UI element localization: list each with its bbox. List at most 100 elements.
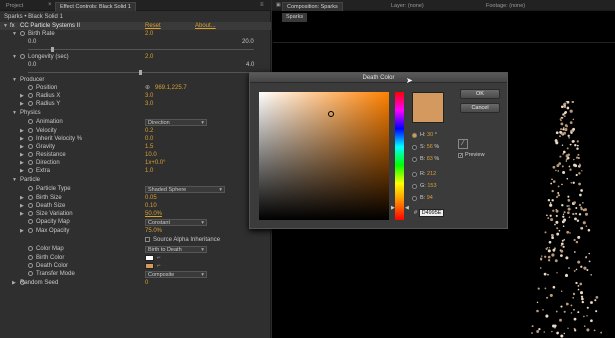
extra-value[interactable]: 1.0 xyxy=(145,167,153,175)
radius-x-value[interactable]: 3.0 xyxy=(145,92,153,100)
color-map-dropdown[interactable]: Birth to Death xyxy=(145,246,207,253)
expand-triangle-icon[interactable]: ▶ xyxy=(20,127,24,135)
g-radio[interactable] xyxy=(412,184,417,189)
random-seed-value[interactable]: 0 xyxy=(145,279,148,287)
hex-value[interactable]: D4995E xyxy=(418,209,445,217)
stopwatch-icon[interactable] xyxy=(28,203,33,208)
cancel-button[interactable]: Cancel xyxy=(460,103,500,113)
stopwatch-icon[interactable] xyxy=(28,136,33,141)
tab-layer[interactable]: Layer: (none) xyxy=(387,2,428,11)
expand-triangle-icon[interactable]: ▶ xyxy=(20,151,24,159)
panel-menu-icon[interactable]: ≡ xyxy=(260,2,264,8)
expand-triangle-icon[interactable]: ▶ xyxy=(20,92,24,100)
expand-triangle-icon[interactable]: ▼ xyxy=(12,109,17,117)
hue-slider-arrow-right-icon[interactable]: ◀ xyxy=(405,205,409,211)
eyedropper-icon[interactable]: ⌐ xyxy=(157,262,161,270)
expand-triangle-icon[interactable]: ▶ xyxy=(20,194,24,202)
group-physics[interactable]: ▼ Physics xyxy=(0,109,271,117)
expand-triangle-icon[interactable]: ▶ xyxy=(20,100,24,108)
g-value[interactable]: 153 xyxy=(427,183,436,189)
crosshair-icon[interactable]: ⊕ xyxy=(145,84,150,92)
expand-triangle-icon[interactable]: ▶ xyxy=(20,135,24,143)
hue-slider-arrow-icon[interactable]: ▶ xyxy=(391,205,395,211)
eyedropper-icon[interactable]: ⁄ xyxy=(458,139,468,149)
expand-triangle-icon[interactable]: ▶ xyxy=(20,159,24,167)
group-particle[interactable]: ▼ Particle xyxy=(0,176,271,184)
size-variation-value[interactable]: 50.0% xyxy=(145,210,162,218)
tab-composition[interactable]: Composition: Sparks xyxy=(282,2,343,11)
expand-triangle-icon[interactable]: ▼ xyxy=(12,76,17,84)
radius-y-value[interactable]: 3.0 xyxy=(145,100,153,108)
stopwatch-icon[interactable] xyxy=(28,186,33,191)
birth-size-value[interactable]: 0.05 xyxy=(145,194,157,202)
stopwatch-icon[interactable] xyxy=(28,211,33,216)
stopwatch-icon[interactable] xyxy=(28,93,33,98)
r-radio[interactable] xyxy=(412,172,417,177)
effect-header[interactable]: ▼ fx CC Particle Systems II Reset About.… xyxy=(0,22,271,30)
birth-rate-value[interactable]: 2.0 xyxy=(145,30,153,38)
s-value[interactable]: 56 xyxy=(427,144,433,150)
color-field-cursor[interactable] xyxy=(328,111,334,117)
stopwatch-icon[interactable] xyxy=(28,128,33,133)
stopwatch-icon[interactable] xyxy=(28,255,33,260)
transfer-mode-dropdown[interactable]: Composite xyxy=(145,271,207,278)
b-value[interactable]: 83 xyxy=(427,156,433,162)
stopwatch-icon[interactable] xyxy=(28,85,33,90)
h-value[interactable]: 30 xyxy=(427,132,433,138)
checkbox[interactable] xyxy=(145,237,150,242)
stopwatch-icon[interactable] xyxy=(28,160,33,165)
blue-value[interactable]: 94 xyxy=(427,195,433,201)
expand-triangle-icon[interactable]: ▼ xyxy=(3,22,8,30)
close-icon[interactable]: × xyxy=(48,2,52,8)
h-radio[interactable] xyxy=(412,133,417,138)
expand-triangle-icon[interactable]: ▼ xyxy=(12,53,17,61)
stopwatch-icon[interactable] xyxy=(28,101,33,106)
stopwatch-icon[interactable] xyxy=(20,54,25,59)
comp-subtab[interactable]: Sparks xyxy=(282,13,308,22)
stopwatch-icon[interactable] xyxy=(28,152,33,157)
expand-triangle-icon[interactable]: ▶ xyxy=(20,143,24,151)
death-size-value[interactable]: 0.10 xyxy=(145,202,157,210)
birth-color-swatch[interactable] xyxy=(145,255,154,261)
animation-dropdown[interactable]: Direction xyxy=(145,119,207,126)
stopwatch-icon[interactable] xyxy=(28,263,33,268)
expand-triangle-icon[interactable]: ▶ xyxy=(20,202,24,210)
stopwatch-icon[interactable] xyxy=(20,31,25,36)
s-radio[interactable] xyxy=(412,145,417,150)
max-opacity-value[interactable]: 75.0% xyxy=(145,227,162,235)
about-link[interactable]: About... xyxy=(195,22,216,30)
death-color-swatch[interactable] xyxy=(145,263,154,269)
birth-rate-slider[interactable] xyxy=(28,49,254,50)
expand-triangle-icon[interactable]: ▼ xyxy=(12,176,17,184)
reset-link[interactable]: Reset xyxy=(145,22,161,30)
expand-triangle-icon[interactable]: ▶ xyxy=(20,210,24,218)
ok-button[interactable]: OK xyxy=(460,89,500,99)
velocity-value[interactable]: 0.2 xyxy=(145,127,153,135)
stopwatch-icon[interactable] xyxy=(28,228,33,233)
opacity-map-dropdown[interactable]: Constant xyxy=(145,219,207,226)
expand-triangle-icon[interactable]: ▼ xyxy=(12,30,17,38)
group-producer[interactable]: ▼ Producer xyxy=(0,76,271,84)
b-radio[interactable] xyxy=(412,157,417,162)
color-field[interactable] xyxy=(259,92,389,220)
tab-effect-controls[interactable]: Effect Controls: Black Solid 1 xyxy=(55,2,136,11)
tab-project[interactable]: Project xyxy=(2,2,27,11)
inherit-velocity-value[interactable]: 0.0 xyxy=(145,135,153,143)
stopwatch-icon[interactable] xyxy=(28,271,33,276)
expand-triangle-icon[interactable]: ▶ xyxy=(20,227,24,235)
fx-badge[interactable]: fx xyxy=(10,22,15,30)
slider-handle[interactable] xyxy=(51,47,54,52)
longevity-value[interactable]: 2.0 xyxy=(145,53,153,61)
stopwatch-icon[interactable] xyxy=(28,144,33,149)
r-value[interactable]: 212 xyxy=(427,171,436,177)
eyedropper-icon[interactable]: ⌐ xyxy=(157,254,161,262)
slider-handle[interactable] xyxy=(139,70,142,75)
stopwatch-icon[interactable] xyxy=(28,168,33,173)
expand-triangle-icon[interactable]: ▶ xyxy=(20,167,24,175)
position-value[interactable]: 969.1,225.7 xyxy=(155,84,187,92)
expand-triangle-icon[interactable]: ▶ xyxy=(12,279,16,287)
preview-checkbox[interactable]: ✓ xyxy=(458,153,463,159)
stopwatch-icon[interactable] xyxy=(28,119,33,124)
lock-icon[interactable]: ▣ xyxy=(276,2,281,8)
blue-radio[interactable] xyxy=(412,196,417,201)
